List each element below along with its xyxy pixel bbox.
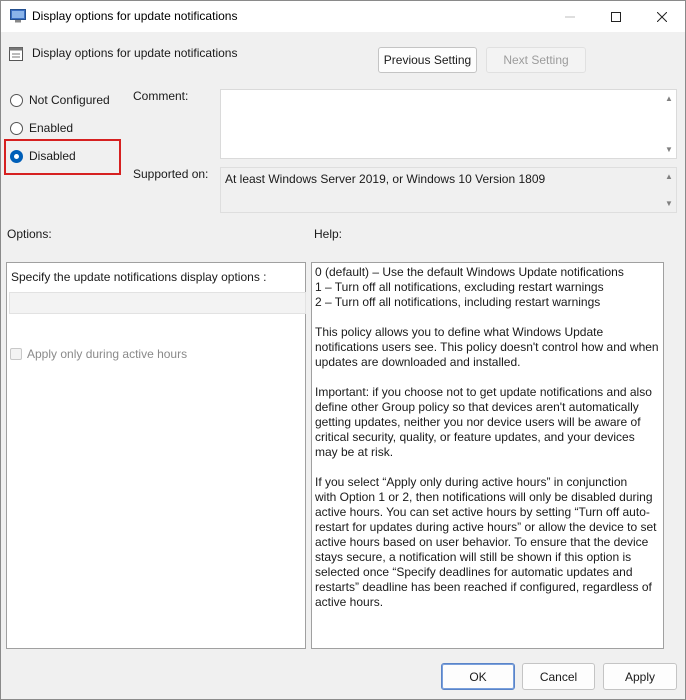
- minimize-icon: [565, 16, 575, 17]
- radio-circle[interactable]: [10, 121, 23, 135]
- radio-label: Not Configured: [29, 93, 110, 107]
- supported-on-value: At least Windows Server 2019, or Windows…: [225, 172, 546, 186]
- ok-button[interactable]: OK: [441, 663, 515, 690]
- help-line: Important: if you choose not to get upda…: [315, 385, 652, 399]
- active-hours-checkbox-row[interactable]: Apply only during active hours: [10, 347, 187, 361]
- scroll-up-icon[interactable]: ▲: [664, 172, 674, 181]
- options-heading: Options:: [7, 227, 52, 241]
- help-line: stays secure, a notification will still …: [315, 550, 632, 564]
- help-line: active hours based on user behavior. To …: [315, 535, 649, 549]
- radio-label: Enabled: [29, 121, 74, 135]
- radio-not-configured[interactable]: Not Configured: [10, 93, 110, 107]
- help-line: active hours. You can set active hours b…: [315, 505, 650, 519]
- supported-on-label: Supported on:: [133, 167, 209, 181]
- help-line: restart for updates during active hours”…: [315, 520, 657, 534]
- help-line: may be at risk.: [315, 445, 394, 459]
- comment-label: Comment:: [133, 89, 189, 103]
- options-panel: [6, 262, 306, 649]
- minimize-button[interactable]: [547, 1, 593, 32]
- apply-button[interactable]: Apply: [603, 663, 677, 690]
- help-line: with Option 1 or 2, then notifications w…: [315, 490, 653, 504]
- title-bar[interactable]: Display options for update notifications: [1, 1, 685, 32]
- group-policy-icon: [10, 9, 26, 23]
- help-blank-line: [315, 370, 660, 385]
- help-line: selected once “Specify deadlines for aut…: [315, 565, 633, 579]
- help-blank-line: [315, 460, 660, 475]
- help-text: 0 (default) – Use the default Windows Up…: [315, 265, 660, 610]
- close-button[interactable]: [639, 1, 685, 32]
- policy-dialog: Display options for update notifications…: [0, 0, 686, 700]
- scroll-down-icon[interactable]: ▼: [664, 199, 674, 208]
- policy-setting-icon: [9, 47, 23, 61]
- scroll-down-icon[interactable]: ▼: [664, 145, 674, 154]
- radio-enabled[interactable]: Enabled: [10, 121, 73, 135]
- supported-on-field[interactable]: At least Windows Server 2019, or Windows…: [220, 167, 677, 213]
- help-line: critical security, quality, or feature u…: [315, 430, 635, 444]
- cancel-button[interactable]: Cancel: [522, 663, 595, 690]
- radio-circle[interactable]: [10, 93, 23, 107]
- help-heading: Help:: [314, 227, 343, 241]
- help-line: getting updates, neither you nor device …: [315, 415, 641, 429]
- maximize-button[interactable]: [593, 1, 639, 32]
- help-line: notifications users see. This policy doe…: [315, 340, 659, 354]
- help-line: This policy allows you to define what Wi…: [315, 325, 604, 339]
- options-description: Specify the update notifications display…: [11, 270, 267, 284]
- help-line: updates are downloaded and installed.: [315, 355, 521, 369]
- help-line: 0 (default) – Use the default Windows Up…: [315, 265, 624, 279]
- highlight-box: [4, 139, 121, 175]
- scroll-up-icon[interactable]: ▲: [664, 94, 674, 103]
- help-line: active hours.: [315, 595, 384, 609]
- help-blank-line: [315, 310, 660, 325]
- active-hours-checkbox[interactable]: [10, 348, 22, 360]
- previous-setting-button[interactable]: Previous Setting: [378, 47, 477, 73]
- next-setting-button[interactable]: Next Setting: [486, 47, 586, 73]
- comment-textarea[interactable]: ▲ ▼: [220, 89, 677, 159]
- help-line: 2 – Turn off all notifications, includin…: [315, 295, 601, 309]
- maximize-icon: [611, 11, 621, 22]
- help-line: If you select “Apply only during active …: [315, 475, 628, 489]
- notification-options-dropdown[interactable]: [9, 292, 306, 314]
- close-icon: [657, 11, 667, 22]
- active-hours-checkbox-label: Apply only during active hours: [27, 347, 188, 361]
- help-line: define other Group policy so that device…: [315, 400, 639, 414]
- help-line: 1 – Turn off all notifications, excludin…: [315, 280, 604, 294]
- policy-title: Display options for update notifications: [32, 46, 238, 60]
- window-title: Display options for update notifications: [32, 9, 238, 23]
- help-line: restarts” deadline has been reached if c…: [315, 580, 652, 594]
